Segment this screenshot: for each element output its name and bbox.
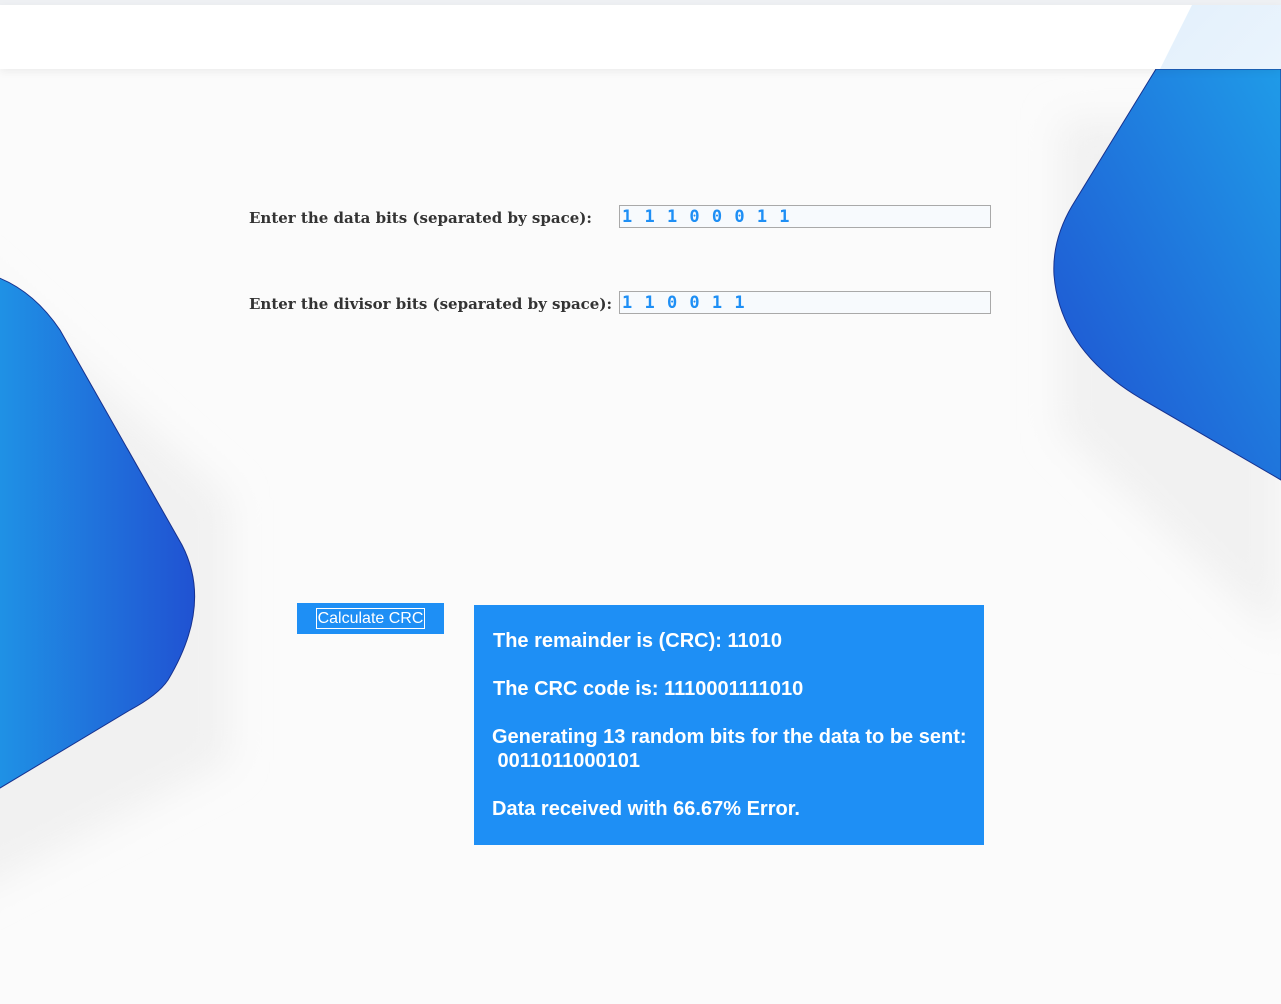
background-decoration bbox=[0, 68, 1281, 880]
data-bits-label: Enter the data bits (separated by space)… bbox=[249, 209, 592, 227]
calculate-crc-label: Calculate CRC bbox=[315, 608, 426, 629]
random-bits-value: 0011011000101 bbox=[492, 750, 640, 772]
calculate-crc-button[interactable]: Calculate CRC bbox=[297, 603, 444, 634]
remainder-text: The remainder is (CRC): 11010 bbox=[493, 630, 782, 652]
crc-code-text: The CRC code is: 1110001111010 bbox=[493, 678, 804, 700]
data-bits-input[interactable] bbox=[619, 205, 991, 228]
error-rate-text: Data received with 66.67% Error. bbox=[492, 798, 800, 820]
random-bits-header: Generating 13 random bits for the data t… bbox=[492, 726, 967, 748]
divisor-bits-label: Enter the divisor bits (separated by spa… bbox=[249, 295, 612, 313]
page-header bbox=[0, 5, 1281, 69]
result-panel: The remainder is (CRC): 11010 The CRC co… bbox=[474, 605, 984, 845]
divisor-bits-input[interactable] bbox=[619, 291, 991, 314]
